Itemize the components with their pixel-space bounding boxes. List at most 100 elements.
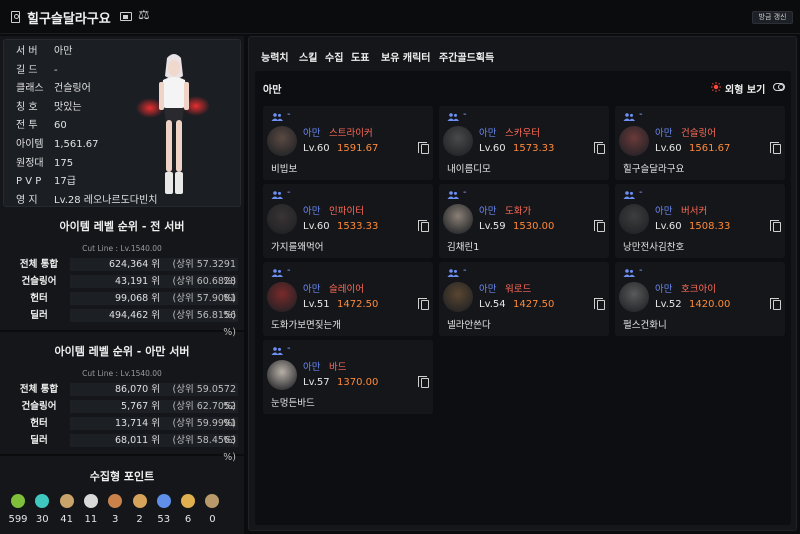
rank-number: 43,191 위 <box>114 276 160 287</box>
tab-0[interactable]: 능력치 <box>261 49 289 64</box>
copy-icon[interactable] <box>770 142 781 154</box>
ignea-token-icon <box>108 494 123 508</box>
collect-point[interactable]: 41 <box>56 494 78 525</box>
character-nickname: 넬라안쓴다 <box>447 320 491 331</box>
copy-icon[interactable] <box>770 298 781 310</box>
party-icon <box>623 269 635 277</box>
character-avatar <box>619 282 649 312</box>
collect-point[interactable]: 2 <box>129 494 151 525</box>
party-icon <box>623 191 635 199</box>
character-nickname: 힐구슬달라구요 <box>623 164 685 175</box>
character-item-level: 1573.33 <box>513 143 555 154</box>
sun-icon <box>711 82 721 92</box>
character-nickname: 내이름디모 <box>447 164 491 175</box>
appearance-view-label[interactable]: 외형 보기 <box>725 81 765 96</box>
character-nickname: 도화가보면짖는개 <box>271 320 341 331</box>
character-server: 아만 <box>479 206 497 217</box>
profile-key: 길 드 <box>16 64 38 76</box>
party-label: - <box>463 109 467 120</box>
character-card[interactable]: - 아만 슬레이어 Lv.51 1472.50 도화가보면짖는개 <box>263 262 433 336</box>
rank-number: 5,767 위 <box>121 401 160 412</box>
bookmark-icon[interactable] <box>11 11 20 23</box>
profile-key: 영 지 <box>16 194 38 206</box>
character-card[interactable]: - 아만 스트라이커 Lv.60 1591.67 비빕보 <box>263 106 433 180</box>
tab-5[interactable]: 주간골드획득 <box>439 49 494 64</box>
copy-icon[interactable] <box>418 298 429 310</box>
rank-row: 전체 통합 86,070 위 (상위 59.0572 %) <box>10 381 238 412</box>
rank-class: 건슬링어 <box>21 401 57 412</box>
rank-percent: (상위 56.8156 %) <box>172 310 237 338</box>
copy-icon[interactable] <box>594 142 605 154</box>
copy-icon[interactable] <box>594 298 605 310</box>
rank-class: 전체 통합 <box>19 259 59 270</box>
party-label: - <box>639 265 643 276</box>
tab-2[interactable]: 수집 <box>325 49 343 64</box>
character-nickname: 펄스건화니 <box>623 320 667 331</box>
rank-class: 헌터 <box>30 293 48 304</box>
refresh-button[interactable]: 방금 갱신 <box>752 11 793 24</box>
tab-4[interactable]: 보유 캐릭터 <box>381 49 430 64</box>
collect-point[interactable]: 53 <box>153 494 175 525</box>
character-item-level: 1508.33 <box>689 221 731 232</box>
character-card[interactable]: - 아만 스카우터 Lv.60 1573.33 내이름디모 <box>439 106 609 180</box>
rank-class: 딜러 <box>30 435 48 446</box>
profile-value: 1,561.67 <box>54 139 99 150</box>
profile-value: 아만 <box>54 46 73 57</box>
copy-icon[interactable] <box>418 220 429 232</box>
character-card[interactable]: - 아만 인파이터 Lv.60 1533.33 가지를왜먹어 <box>263 184 433 258</box>
rank-row: 건슬링어 5,767 위 (상위 62.7052 %) <box>10 398 238 429</box>
character-server: 아만 <box>303 206 321 217</box>
ranking-server: 아이템 레벨 순위 - 아만 서버 Cut Line : Lv.1540.00 … <box>0 343 244 463</box>
character-server: 아만 <box>303 128 321 139</box>
character-level: Lv.60 <box>303 221 330 232</box>
character-card[interactable]: - 아만 도화가 Lv.59 1530.00 김채린1 <box>439 184 609 258</box>
character-level: Lv.60 <box>303 143 330 154</box>
copy-icon[interactable] <box>418 376 429 388</box>
collect-value: 3 <box>112 514 119 525</box>
collect-point[interactable]: 30 <box>31 494 53 525</box>
party-icon <box>623 113 635 121</box>
collect-point[interactable]: 599 <box>7 494 29 525</box>
giant-heart-icon <box>83 494 98 508</box>
character-item-level: 1561.67 <box>689 143 731 154</box>
character-avatar <box>267 204 297 234</box>
rank-class: 건슬링어 <box>21 276 57 287</box>
copy-icon[interactable] <box>770 220 781 232</box>
collect-point[interactable]: 6 <box>177 494 199 525</box>
party-icon <box>447 269 459 277</box>
collect-value: 53 <box>157 514 171 525</box>
party-label: - <box>287 187 291 198</box>
collect-point[interactable]: 11 <box>80 494 102 525</box>
character-level: Lv.54 <box>479 299 506 310</box>
tab-3[interactable]: 도표 <box>351 49 369 64</box>
character-card[interactable]: - 아만 바드 Lv.57 1370.00 눈멍든바드 <box>263 340 433 414</box>
party-label: - <box>287 343 291 354</box>
character-item-level: 1591.67 <box>337 143 379 154</box>
appearance-toggle-icon[interactable] <box>773 83 785 91</box>
collect-point[interactable]: 0 <box>201 494 223 525</box>
character-card[interactable]: - 아만 건슬링어 Lv.60 1561.67 힐구슬달라구요 <box>615 106 785 180</box>
character-server: 아만 <box>655 284 673 295</box>
tab-1[interactable]: 스킬 <box>299 49 317 64</box>
collect-point[interactable]: 3 <box>104 494 126 525</box>
profile-key: 클래스 <box>16 83 44 95</box>
party-label: - <box>639 187 643 198</box>
copy-icon[interactable] <box>594 220 605 232</box>
roster-panel: 아만 외형 보기 - 아만 스트라이커 Lv.60 1591.67 비빕보 - 아만 스카우터 L… <box>255 71 791 525</box>
great-art-icon <box>59 494 74 508</box>
character-card[interactable]: - 아만 워로드 Lv.54 1427.50 넬라안쓴다 <box>439 262 609 336</box>
character-avatar <box>619 204 649 234</box>
rank-number: 68,011 위 <box>114 435 160 446</box>
character-card[interactable]: - 아만 버서커 Lv.60 1508.33 낭만전사김찬호 <box>615 184 785 258</box>
scale-icon[interactable]: ⚖ <box>138 9 150 23</box>
party-icon <box>271 269 283 277</box>
rank-row: 딜러 68,011 위 (상위 58.4563 %) <box>10 432 238 463</box>
character-class: 바드 <box>329 362 347 373</box>
rank-class: 전체 통합 <box>19 384 59 395</box>
character-avatar <box>443 126 473 156</box>
collect-value: 30 <box>35 514 49 525</box>
copy-icon[interactable] <box>418 142 429 154</box>
id-card-icon[interactable] <box>120 12 132 21</box>
character-card[interactable]: - 아만 호크아이 Lv.52 1420.00 펄스건화니 <box>615 262 785 336</box>
rank-number: 624,364 위 <box>108 259 160 270</box>
